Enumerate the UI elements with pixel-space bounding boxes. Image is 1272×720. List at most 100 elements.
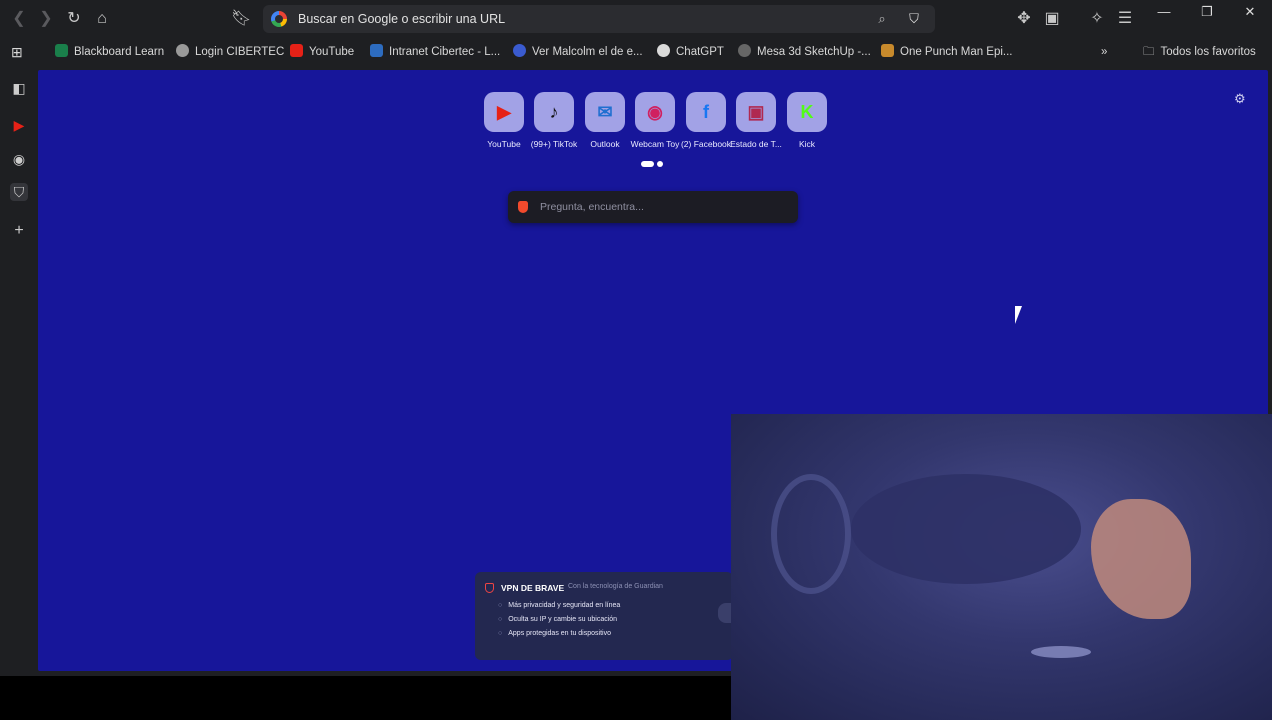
sketchup-icon xyxy=(738,44,751,57)
bookmark-icon: 🔖︎ xyxy=(231,10,252,27)
wallet-button[interactable]: ▣ xyxy=(1042,9,1062,29)
tile-glyph: ▣ xyxy=(747,102,765,122)
apps-grid-button[interactable]: ⊞ xyxy=(11,44,23,60)
bookmark-label: Mesa 3d SketchUp -... xyxy=(757,46,871,58)
tile-glyph: f xyxy=(703,102,709,122)
restore-button[interactable]: ❐ xyxy=(1193,4,1221,20)
forward-button[interactable]: ❯ xyxy=(36,9,56,29)
minimize-button[interactable]: — xyxy=(1150,4,1178,20)
top-site-tile[interactable]: ◉ Webcam Toy xyxy=(630,92,680,149)
home-button[interactable]: ⌂ xyxy=(92,9,112,29)
close-icon: ✕ xyxy=(1244,4,1256,19)
back-button[interactable]: ❮ xyxy=(9,9,29,29)
bookmark-label: ChatGPT xyxy=(676,46,724,58)
sidebar-add-icon[interactable]: + xyxy=(10,222,28,240)
top-site-label: (2) Facebook xyxy=(680,139,732,149)
brave-shields-icon[interactable]: ⛉ xyxy=(906,11,922,27)
globe-icon xyxy=(176,44,189,57)
tile-glyph: ▶ xyxy=(497,102,511,122)
vpn-title: VPN DE BRAVE xyxy=(501,583,565,593)
sidebar: ◧ ▶ ◉ ⛉ + xyxy=(0,66,38,676)
top-site-label: (99+) TikTok xyxy=(530,139,578,149)
toolbar: ❮ ❯ ↻ ⌂ 🔖︎ Buscar en Google o escribir u… xyxy=(0,0,1272,38)
pager-dot-active[interactable] xyxy=(641,161,654,167)
webcam-shape xyxy=(851,474,1081,584)
all-favorites-button[interactable]: 🗀︎ Todos los favoritos xyxy=(1143,44,1256,60)
sidebar-record-icon[interactable]: ◉ xyxy=(10,150,28,168)
top-site-label: Webcam Toy xyxy=(630,139,680,149)
kick-icon: K xyxy=(787,92,827,132)
youtube-icon xyxy=(290,44,303,57)
site-icon xyxy=(513,44,526,57)
hamburger-icon: ☰ xyxy=(1117,10,1133,27)
webcam-shape xyxy=(771,474,851,594)
webcam-toy-icon: ◉ xyxy=(635,92,675,132)
sidebar-shield-icon[interactable]: ⛉ xyxy=(10,183,28,201)
reload-button[interactable]: ↻ xyxy=(64,9,84,29)
sidebar-youtube-icon[interactable]: ▶ xyxy=(10,116,28,134)
bookmark-item[interactable]: Intranet Cibertec - L... xyxy=(370,44,500,60)
cibertec-icon xyxy=(370,44,383,57)
search-box[interactable]: Pregunta, encuentra... xyxy=(508,191,798,223)
webcam-overlay xyxy=(731,414,1272,720)
site-icon: ▣ xyxy=(736,92,776,132)
leo-ai-button[interactable]: ✧ xyxy=(1087,9,1107,29)
folder-icon: 🗀︎ xyxy=(1143,46,1155,58)
address-bar[interactable]: Buscar en Google o escribir una URL ⌕ ⛉ xyxy=(263,5,935,33)
sparkle-icon: ✧ xyxy=(1090,10,1104,27)
bookmark-item[interactable]: Login CIBERTEC xyxy=(176,44,284,60)
facebook-icon: f xyxy=(686,92,726,132)
puzzle-icon: ✥ xyxy=(1017,10,1031,27)
bookmark-item[interactable]: Mesa 3d SketchUp -... xyxy=(738,44,871,60)
customize-gear-icon[interactable]: ⚙ xyxy=(1234,91,1246,107)
bookmark-label: One Punch Man Epi... xyxy=(900,46,1013,58)
tile-glyph: ◉ xyxy=(647,102,663,122)
outlook-icon: ✉ xyxy=(585,92,625,132)
bookmark-label: Blackboard Learn xyxy=(74,46,165,58)
vpn-promo-card[interactable]: VPN DE BRAVE Con la tecnología de Guardi… xyxy=(475,572,733,660)
menu-button[interactable]: ☰ xyxy=(1115,9,1135,29)
apps-grid-icon: ⊞ xyxy=(11,44,23,60)
bookmark-item[interactable]: ChatGPT xyxy=(657,44,724,60)
animeflv-icon xyxy=(881,44,894,57)
top-site-tile[interactable]: ✉ Outlook xyxy=(580,92,630,149)
tile-glyph: ♪ xyxy=(549,102,559,122)
vpn-subtitle: Con la tecnología de Guardian xyxy=(568,583,663,590)
bookmark-item[interactable]: Blackboard Learn xyxy=(55,44,164,60)
vpn-feature: Oculta su IP y cambie su ubicación xyxy=(498,616,617,623)
top-site-tile[interactable]: ♪ (99+) TikTok xyxy=(529,92,579,149)
blackboard-icon xyxy=(55,44,68,57)
bookmark-label: Intranet Cibertec - L... xyxy=(389,46,501,58)
minimize-icon: — xyxy=(1157,4,1171,19)
top-site-tile[interactable]: ▣ Estado de T... xyxy=(730,92,782,149)
bookmark-item[interactable]: YouTube xyxy=(290,44,354,60)
top-site-label: Outlook xyxy=(590,139,620,149)
sidebar-toggle-icon[interactable]: ◧ xyxy=(10,79,28,97)
vpn-feature: Más privacidad y seguridad en línea xyxy=(498,602,620,609)
top-site-tile[interactable]: K Kick xyxy=(782,92,832,149)
address-placeholder: Buscar en Google o escribir una URL xyxy=(298,12,506,26)
close-button[interactable]: ✕ xyxy=(1236,4,1264,20)
bookmark-item[interactable]: One Punch Man Epi... xyxy=(881,44,1013,60)
webcam-shape xyxy=(1091,499,1191,619)
top-site-tile[interactable]: f (2) Facebook xyxy=(681,92,731,149)
pager-dot[interactable] xyxy=(657,161,663,167)
bookmarks-bar: ⊞ Blackboard Learn Login CIBERTEC YouTub… xyxy=(0,38,1272,66)
bookmark-page-button[interactable]: 🔖︎ xyxy=(231,9,251,29)
bookmarks-overflow-button[interactable]: » xyxy=(1101,44,1107,60)
top-site-label: YouTube xyxy=(487,139,521,149)
top-site-label: Kick xyxy=(798,139,816,149)
zoom-icon[interactable]: ⌕ xyxy=(874,11,890,27)
search-placeholder: Pregunta, encuentra... xyxy=(540,201,644,213)
all-favorites-label: Todos los favoritos xyxy=(1160,46,1256,58)
arrow-right-icon: ❯ xyxy=(39,10,53,27)
extensions-button[interactable]: ✥ xyxy=(1014,9,1034,29)
mouse-cursor-icon xyxy=(1015,306,1029,324)
home-icon: ⌂ xyxy=(97,10,107,27)
top-site-tile[interactable]: ▶ YouTube xyxy=(479,92,529,149)
bookmark-item[interactable]: Ver Malcolm el de e... xyxy=(513,44,643,60)
chatgpt-icon xyxy=(657,44,670,57)
top-site-label: Estado de T... xyxy=(730,139,782,149)
top-sites: ▶ YouTube ♪ (99+) TikTok ✉ Outlook ◉ Webcam … xyxy=(479,92,829,152)
bookmark-label: YouTube xyxy=(309,46,355,58)
